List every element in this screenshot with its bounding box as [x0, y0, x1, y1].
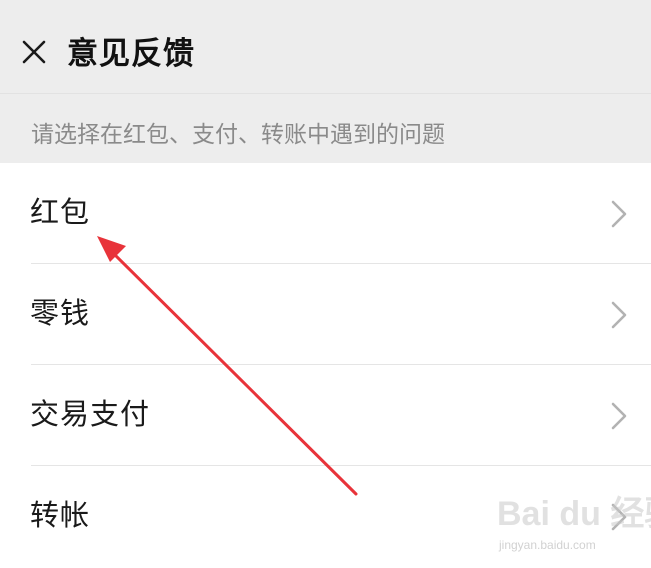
page-title: 意见反馈 [67, 36, 195, 72]
close-button[interactable] [14, 32, 54, 72]
header-bar: 意见反馈 [0, 0, 651, 94]
list-item-label: 交易支付 [30, 397, 151, 431]
section-hint: 请选择在红包、支付、转账中遇到的问题 [0, 94, 651, 162]
chevron-right-icon [608, 199, 630, 229]
watermark-logo: Bai du 经验 [497, 495, 651, 533]
close-icon [14, 32, 54, 72]
list-item-label: 红包 [30, 195, 91, 229]
chevron-right-icon [608, 300, 630, 330]
list-item-lingqian[interactable]: 零钱 [0, 264, 651, 365]
list-item-jiaoyi-zhifu[interactable]: 交易支付 [0, 365, 651, 466]
watermark-url: jingyan.baidu.com [499, 538, 596, 552]
list-item-hongbao[interactable]: 红包 [0, 163, 651, 264]
watermark: Bai du 经验 jingyan.baidu.com [497, 494, 651, 560]
hint-text: 请选择在红包、支付、转账中遇到的问题 [31, 122, 445, 148]
chevron-right-icon [608, 401, 630, 431]
list-item-label: 转帐 [30, 498, 91, 532]
list-item-label: 零钱 [30, 296, 91, 330]
